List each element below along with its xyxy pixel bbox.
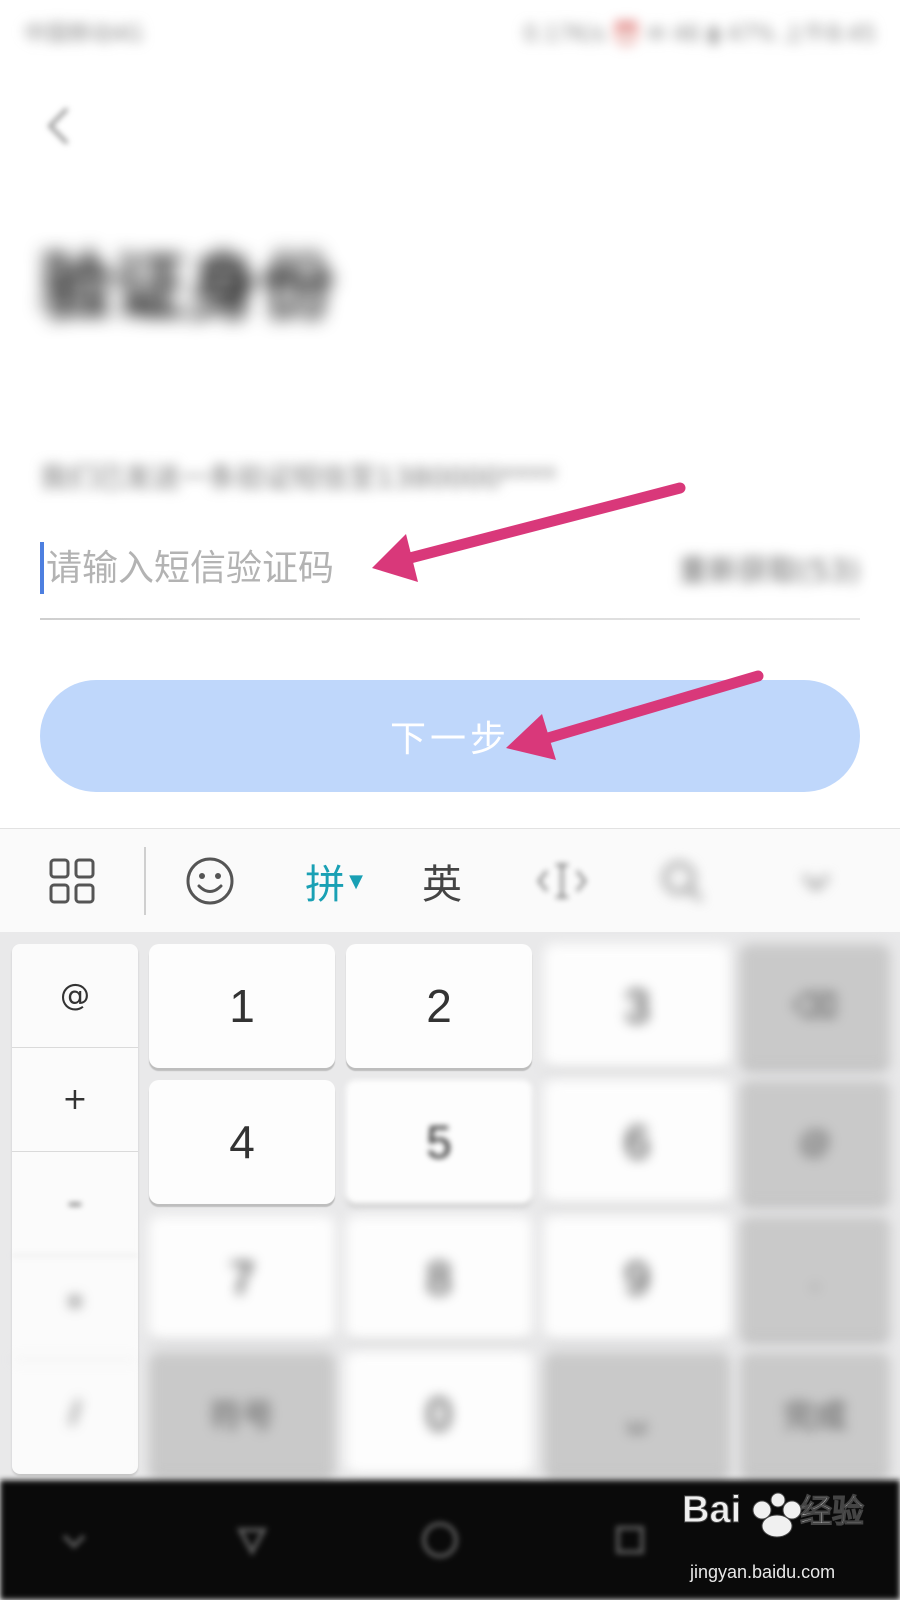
- keyboard-menu-button[interactable]: [22, 829, 122, 933]
- key-5[interactable]: 5: [346, 1080, 532, 1204]
- symbol-column: @ + – * /: [12, 944, 138, 1474]
- caret-down-icon: ▼: [349, 870, 363, 892]
- key-1[interactable]: 1: [149, 944, 335, 1068]
- numeric-keyboard: @ + – * / 1 2 3 ⌫ 4 5 6 @ 7 8 9 . 符号 0 ␣…: [0, 932, 900, 1480]
- key-plus[interactable]: +: [12, 1048, 138, 1152]
- grid-icon: [49, 858, 95, 904]
- watermark-url: jingyan.baidu.com: [690, 1562, 836, 1582]
- keyboard-toolbar: 拼 ▼ 英: [0, 828, 900, 932]
- svg-text:Bai: Bai: [682, 1489, 741, 1531]
- nav-menu-button[interactable]: [44, 1510, 104, 1570]
- pinyin-mode-button[interactable]: 拼 ▼: [284, 829, 384, 933]
- home-icon: [236, 1528, 268, 1557]
- annotation-arrows: [372, 482, 764, 760]
- search-button[interactable]: [632, 829, 732, 933]
- key-4[interactable]: 4: [149, 1080, 335, 1204]
- key-3[interactable]: 3: [544, 944, 730, 1068]
- cursor-move-button[interactable]: [512, 829, 612, 933]
- search-icon: [663, 862, 703, 902]
- key-9[interactable]: 9: [544, 1216, 730, 1340]
- collapse-keyboard-button[interactable]: [766, 829, 866, 933]
- key-0[interactable]: 0: [346, 1352, 532, 1476]
- at-key[interactable]: @: [740, 1080, 890, 1204]
- chevron-down-icon: [802, 874, 830, 891]
- nav-recents-button[interactable]: [600, 1510, 660, 1570]
- key-at[interactable]: @: [12, 944, 138, 1048]
- key-asterisk[interactable]: *: [12, 1256, 138, 1360]
- emoji-button[interactable]: [160, 829, 260, 933]
- back-icon: [616, 1526, 644, 1554]
- delete-key[interactable]: ⌫: [740, 944, 890, 1068]
- enter-key[interactable]: 完成: [740, 1352, 890, 1476]
- smiley-icon: [186, 857, 234, 905]
- key-6[interactable]: 6: [544, 1080, 730, 1204]
- pinyin-label: 拼: [305, 862, 346, 908]
- nav-home-button[interactable]: [222, 1510, 282, 1570]
- english-label: 英: [422, 862, 462, 908]
- space-key[interactable]: ␣: [544, 1352, 730, 1476]
- key-slash[interactable]: /: [12, 1360, 138, 1464]
- nav-circle-button[interactable]: [410, 1510, 470, 1570]
- baidu-jingyan-watermark: Bai 经验 jingyan.baidu.com: [682, 1470, 882, 1590]
- cursor-move-icon: [537, 863, 587, 899]
- circle-icon: [422, 1522, 458, 1558]
- symbols-key[interactable]: 符号: [149, 1352, 335, 1476]
- english-mode-button[interactable]: 英: [392, 829, 492, 933]
- svg-text:经验: 经验: [800, 1492, 864, 1530]
- arrow-to-input: [372, 482, 686, 582]
- key-minus[interactable]: –: [12, 1152, 138, 1256]
- menu-icon: [62, 1534, 86, 1549]
- key-2[interactable]: 2: [346, 944, 532, 1068]
- key-8[interactable]: 8: [346, 1216, 532, 1340]
- key-7[interactable]: 7: [149, 1216, 335, 1340]
- dot-key[interactable]: .: [740, 1216, 890, 1340]
- arrow-to-next-button: [506, 670, 764, 760]
- baidu-logo: Bai 经验: [682, 1489, 865, 1538]
- toolbar-divider: [144, 847, 146, 915]
